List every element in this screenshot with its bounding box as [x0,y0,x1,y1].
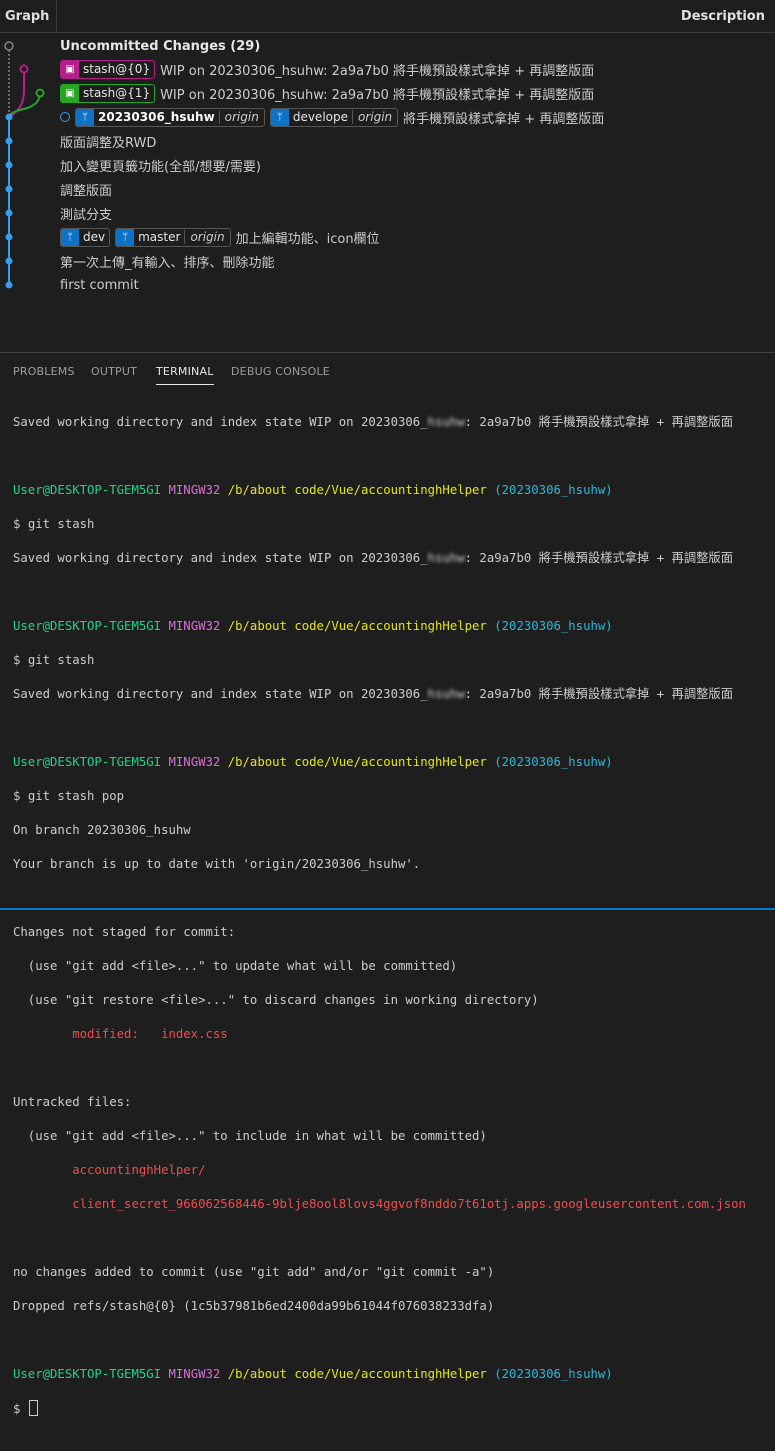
untracked-file-line: accountinghHelper/ [13,1163,206,1177]
commit-node[interactable] [5,257,13,265]
untracked-file-line: client_secret_966062568446-9blje8ool8lov… [13,1197,746,1211]
branch-name: dev [83,230,106,244]
commit-node[interactable] [5,209,13,217]
terminal-line: Saved working directory and index state … [13,687,734,701]
branch-icon: ᛘ [270,108,289,126]
branch-name: 20230306_hsuhw [98,110,215,124]
commit-row[interactable]: 測試分支 [60,201,112,225]
commit-node[interactable] [5,137,13,145]
branch-ref-badge-current[interactable]: ᛘ 20230306_hsuhw origin [75,107,265,127]
commit-row[interactable]: first commit [60,273,139,297]
uncommitted-label: Uncommitted Changes (29) [60,38,261,54]
stash-icon: ▣ [61,84,79,102]
stash1-node[interactable] [35,88,45,98]
terminal-line: Your branch is up to date with 'origin/2… [13,857,421,871]
terminal-line: Untracked files: [13,1095,132,1109]
branch-icon: ᛘ [61,228,79,246]
terminal-line: (use "git restore <file>..." to discard … [13,993,539,1007]
remote-origin-label: origin [184,230,229,244]
branch-ref-badge-develope[interactable]: ᛘ develope origin [269,107,399,127]
branch-ref-badge-dev[interactable]: ᛘ dev [60,227,111,247]
terminal-line: Saved working directory and index state … [13,415,734,429]
prompt-line: User@DESKTOP-TGEM5GI MINGW32 /b/about co… [13,619,613,633]
commit-message: 版面調整及RWD [60,135,157,151]
terminal-line: no changes added to commit (use "git add… [13,1265,495,1279]
stash1-ref-badge[interactable]: ▣ stash@{1} [60,83,156,103]
prompt-line: User@DESKTOP-TGEM5GI MINGW32 /b/about co… [13,755,613,769]
commit-node[interactable] [5,281,13,289]
commit-node[interactable] [5,233,13,241]
branch-ref-badge-master[interactable]: ᛘ master origin [115,227,231,247]
tab-terminal[interactable]: TERMINAL [156,365,214,385]
commit-graph [4,41,45,289]
commit-message: 加入變更頁籤功能(全部/想要/需要) [60,159,261,175]
panel-tabs: PROBLEMS OUTPUT TERMINAL DEBUG CONSOLE [0,353,775,389]
remote-origin-label: origin [352,110,397,124]
terminal-line: Saved working directory and index state … [13,551,734,565]
git-graph-panel: Graph Description Uncommitted Changes (2… [0,0,775,352]
terminal-line: On branch 20230306_hsuhw [13,823,191,837]
command-line: $ git stash [13,653,95,667]
commit-row-stash1[interactable]: ▣ stash@{1} WIP on 20230306_hsuhw: 2a9a7… [60,81,594,105]
stash-icon: ▣ [61,60,79,78]
commit-message: first commit [60,277,139,293]
commit-message: 將手機預設樣式拿掉 + 再調整版面 [403,111,605,127]
terminal-cursor [28,1400,38,1416]
terminal-line: (use "git add <file>..." to include in w… [13,1129,487,1143]
commit-node[interactable] [5,185,13,193]
commit-message: 第一次上傳_有輸入、排序、刪除功能 [60,255,275,271]
commit-row-uncommitted[interactable]: Uncommitted Changes (29) [60,34,260,58]
commit-row[interactable]: 第一次上傳_有輸入、排序、刪除功能 [60,249,275,273]
stash0-ref-name: stash@{0} [83,62,151,76]
terminal-line: Changes not staged for commit: [13,925,236,939]
terminal-line: Dropped refs/stash@{0} (1c5b37981b6ed240… [13,1299,495,1313]
tab-output[interactable]: OUTPUT [91,365,137,378]
commit-row-head[interactable]: ᛘ 20230306_hsuhw origin ᛘ develope origi… [60,105,604,129]
branch-icon: ᛘ [76,108,94,126]
modified-file-line: modified: index.css [13,1027,228,1041]
commit-message: 調整版面 [60,183,113,199]
terminal-line: (use "git add <file>..." to update what … [13,959,458,973]
uncommitted-node[interactable] [4,41,14,51]
stash0-ref-badge[interactable]: ▣ stash@{0} [60,59,156,79]
commit-row[interactable]: 調整版面 [60,177,112,201]
column-divider[interactable] [56,0,57,33]
commit-message: 加上編輯功能、icon欄位 [235,231,380,247]
command-line: $ git stash [13,517,95,531]
stash1-ref-name: stash@{1} [83,86,151,100]
commit-message: WIP on 20230306_hsuhw: 2a9a7b0 將手機預設樣式拿掉… [160,63,595,79]
commit-message: 測試分支 [60,207,113,223]
commit-row[interactable]: 版面調整及RWD [60,129,156,153]
tab-debug-console[interactable]: DEBUG CONSOLE [231,365,330,378]
description-column-header[interactable]: Description [681,9,765,24]
prompt-line: User@DESKTOP-TGEM5GI MINGW32 /b/about co… [13,1367,613,1381]
branch-name: develope [292,110,348,124]
commit-row-stash0[interactable]: ▣ stash@{0} WIP on 20230306_hsuhw: 2a9a7… [60,57,594,81]
stash0-node[interactable] [19,64,29,74]
bottom-panel: PROBLEMS OUTPUT TERMINAL DEBUG CONSOLE S… [0,352,775,1416]
graph-header: Graph Description [0,0,775,33]
terminal-output[interactable]: Saved working directory and index state … [13,397,746,1451]
head-indicator-icon [60,112,70,122]
input-line[interactable]: $ [13,1400,746,1417]
prompt-line: User@DESKTOP-TGEM5GI MINGW32 /b/about co… [13,483,613,497]
commit-row-dev[interactable]: ᛘ dev ᛘ master origin 加上編輯功能、icon欄位 [60,225,380,249]
commit-message: WIP on 20230306_hsuhw: 2a9a7b0 將手機預設樣式拿掉… [160,87,595,103]
branch-name: master [138,230,181,244]
commit-row[interactable]: 加入變更頁籤功能(全部/想要/需要) [60,153,261,177]
branch-icon: ᛘ [116,228,135,246]
commit-node[interactable] [5,161,13,169]
tab-problems[interactable]: PROBLEMS [13,365,75,378]
command-line: $ git stash pop [13,789,125,803]
graph-column-header[interactable]: Graph [5,9,49,24]
commit-node[interactable] [5,113,13,121]
remote-origin-label: origin [218,110,264,124]
